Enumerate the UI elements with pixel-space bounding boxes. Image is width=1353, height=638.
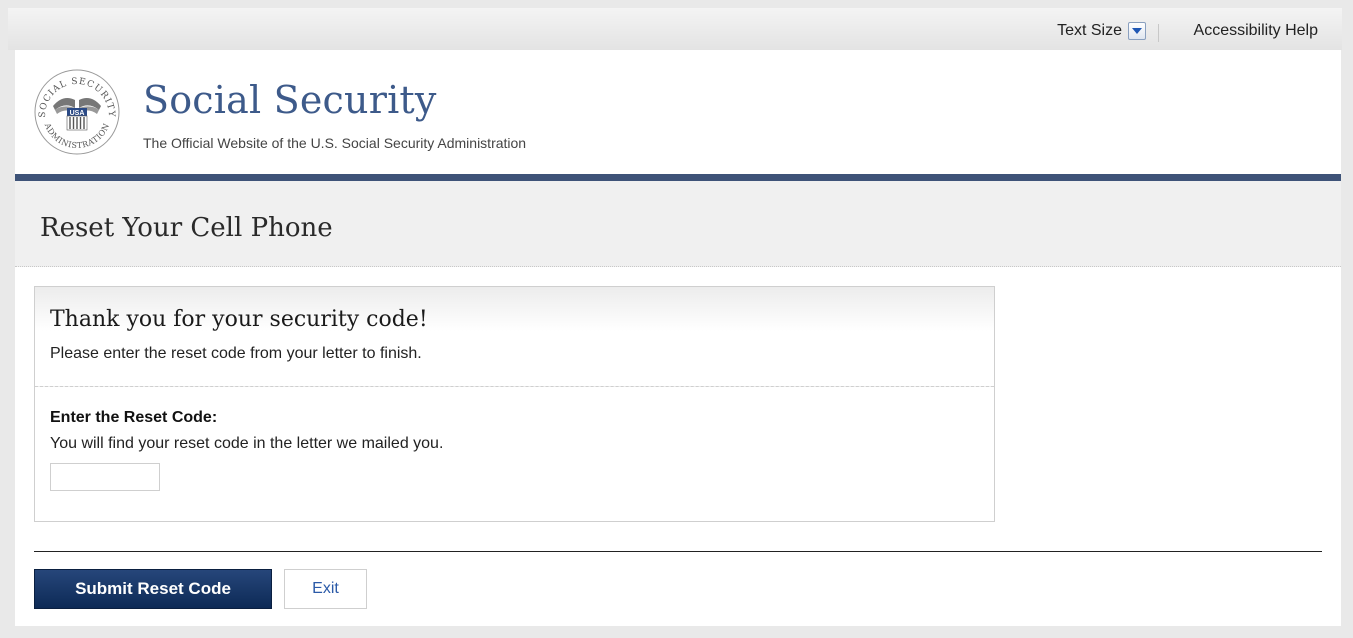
ssa-seal-logo[interactable]: SOCIAL SECURITY ADMINISTRATION USA [33, 68, 121, 156]
actions-divider [34, 551, 1322, 552]
text-size-control[interactable]: Text Size [1057, 22, 1146, 40]
page-title-band: Reset Your Cell Phone [15, 181, 1341, 267]
reset-code-panel: Thank you for your security code! Please… [34, 286, 995, 522]
site-title[interactable]: Social Security [143, 78, 437, 122]
reset-code-input[interactable] [50, 463, 160, 491]
panel-header: Thank you for your security code! Please… [35, 287, 994, 387]
utility-divider [1158, 24, 1159, 42]
header-divider [15, 174, 1341, 181]
text-size-label: Text Size [1057, 22, 1122, 39]
accessibility-help-link[interactable]: Accessibility Help [1194, 22, 1318, 40]
page-title: Reset Your Cell Phone [40, 213, 333, 243]
reset-code-label: Enter the Reset Code: [50, 409, 218, 426]
site-header: SOCIAL SECURITY ADMINISTRATION USA Socia… [15, 50, 1341, 174]
panel-subheading: Please enter the reset code from your le… [50, 345, 422, 362]
reset-code-help: You will find your reset code in the let… [50, 435, 444, 452]
site-subtitle: The Official Website of the U.S. Social … [143, 135, 527, 151]
page-container: SOCIAL SECURITY ADMINISTRATION USA Socia… [15, 50, 1341, 626]
chevron-down-icon[interactable] [1128, 22, 1146, 40]
panel-heading: Thank you for your security code! [50, 307, 428, 332]
exit-button[interactable]: Exit [284, 569, 367, 609]
submit-reset-code-button[interactable]: Submit Reset Code [34, 569, 272, 609]
utility-bar: Text Size Accessibility Help [8, 8, 1342, 50]
